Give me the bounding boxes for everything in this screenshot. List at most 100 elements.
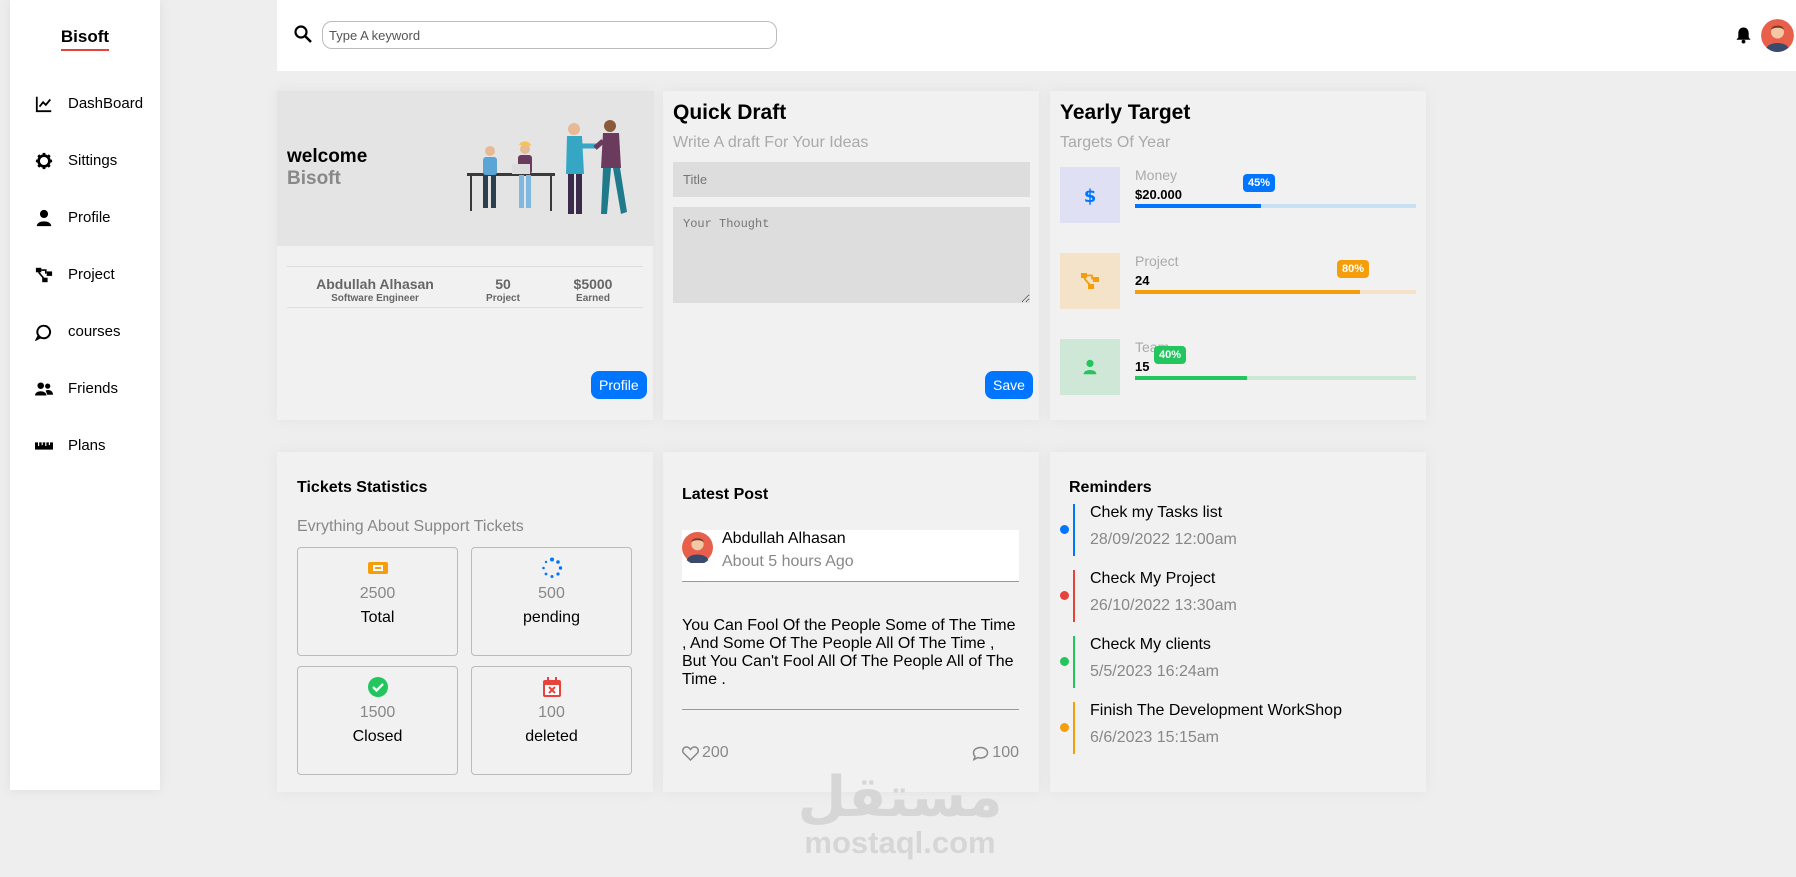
reminder-item[interactable]: Check My Project 26/10/2022 13:30am <box>1060 570 1400 622</box>
stat-earned: $5000 Earned <box>573 276 613 304</box>
heart-icon <box>682 745 699 761</box>
reminder-date: 5/5/2023 16:24am <box>1090 663 1219 680</box>
gear-icon <box>34 151 54 171</box>
sidebar-item-settings[interactable]: Sittings <box>10 132 160 189</box>
draft-title-input[interactable] <box>673 162 1030 197</box>
profile-button[interactable]: Profile <box>591 371 647 399</box>
likes-counter[interactable]: 200 <box>682 744 729 762</box>
reminder-line <box>1073 636 1075 688</box>
dollar-icon: $ <box>1060 167 1120 223</box>
progress-fill <box>1135 204 1262 208</box>
stat-name: Abdullah Alhasan Software Engineer <box>316 276 434 304</box>
post-body: You Can Fool Of the People Some of The T… <box>682 617 1016 688</box>
target-badge: 40% <box>1154 346 1187 364</box>
reminder-item[interactable]: Finish The Development WorkShop 6/6/2023… <box>1060 702 1400 754</box>
card-title: Reminders <box>1069 479 1152 496</box>
target-badge: 45% <box>1243 174 1276 192</box>
ticket-box-pending: 500 pending <box>471 547 632 656</box>
welcome-banner: welcome Bisoft <box>277 91 654 246</box>
divider <box>682 709 1019 710</box>
sidebar-item-friends[interactable]: Friends <box>10 360 160 417</box>
post-time: About 5 hours Ago <box>722 553 854 570</box>
reminders-card: Reminders Chek my Tasks list 28/09/2022 … <box>1050 452 1426 792</box>
draft-thought-textarea[interactable] <box>673 207 1030 303</box>
card-title: Tickets Statistics <box>297 479 428 496</box>
tickets-card: Tickets Statistics Evrything About Suppo… <box>277 452 653 792</box>
ticket-box-deleted: 100 deleted <box>471 666 632 775</box>
avatar[interactable] <box>1761 19 1794 52</box>
reminder-date: 28/09/2022 12:00am <box>1090 531 1237 548</box>
save-button[interactable]: Save <box>985 371 1033 399</box>
target-row-money: $ Money $20.000 45% <box>1060 167 1416 225</box>
ticket-count: 100 <box>538 704 565 721</box>
ticket-count: 2500 <box>359 585 396 602</box>
users-icon <box>34 379 54 399</box>
reminder-line <box>1073 504 1075 556</box>
welcome-name: Bisoft <box>287 168 341 189</box>
brand-logo[interactable]: Bisoft <box>10 27 160 51</box>
sidebar-item-label: Friends <box>68 380 119 397</box>
card-title: Yearly Target <box>1060 101 1191 124</box>
user-icon <box>34 208 54 228</box>
progress-fill <box>1135 376 1248 380</box>
reminder-title: Check My clients <box>1090 636 1211 653</box>
reminder-item[interactable]: Chek my Tasks list 28/09/2022 12:00am <box>1060 504 1400 556</box>
target-value: 24 <box>1135 273 1150 288</box>
comments-counter[interactable]: 100 <box>972 744 1019 762</box>
card-title: Quick Draft <box>673 101 787 124</box>
ticket-label: deleted <box>525 728 578 745</box>
sidebar-item-project[interactable]: Project <box>10 246 160 303</box>
card-subtitle: Evrything About Support Tickets <box>297 518 524 535</box>
post-author-row: Abdullah Alhasan About 5 hours Ago <box>682 530 1019 582</box>
reminder-item[interactable]: Check My clients 5/5/2023 16:24am <box>1060 636 1400 688</box>
calendar-x-icon <box>542 677 561 697</box>
svg-text:$: $ <box>1084 186 1097 205</box>
reminder-line <box>1073 702 1075 754</box>
sidebar-nav: DashBoard Sittings Profile Project cours… <box>10 75 160 474</box>
target-value: 15 <box>1135 359 1150 374</box>
reminder-title: Check My Project <box>1090 570 1216 587</box>
reminder-dot <box>1060 723 1069 732</box>
avatar[interactable] <box>682 532 713 563</box>
target-row-project: Project 24 80% <box>1060 253 1416 311</box>
sidebar-item-label: Sittings <box>68 152 118 169</box>
search-icon[interactable] <box>294 25 312 43</box>
sidebar-item-label: courses <box>68 323 121 340</box>
watermark: مستقل mostaql.com <box>790 770 1010 860</box>
welcome-title: welcome <box>287 146 368 167</box>
post-author[interactable]: Abdullah Alhasan <box>722 530 846 548</box>
quick-draft-card: Quick Draft Write A draft For Your Ideas… <box>663 91 1039 420</box>
target-value: $20.000 <box>1135 187 1182 202</box>
sidebar-item-label: DashBoard <box>68 95 144 112</box>
watermark-latin: mostaql.com <box>804 825 996 860</box>
reminder-title: Chek my Tasks list <box>1090 504 1223 521</box>
ticket-count: 1500 <box>359 704 396 721</box>
sidebar-item-dashboard[interactable]: DashBoard <box>10 75 160 132</box>
reminder-date: 6/6/2023 15:15am <box>1090 729 1219 746</box>
target-badge: 80% <box>1337 260 1370 278</box>
ticket-box-total: 2500 Total <box>297 547 458 656</box>
check-circle-icon <box>367 677 388 697</box>
diagram-project-icon <box>34 265 54 285</box>
sidebar-item-courses[interactable]: courses <box>10 303 160 360</box>
welcome-card: welcome Bisoft Abdullah Alhasan Software… <box>277 91 654 420</box>
sidebar-item-label: Profile <box>68 209 111 226</box>
target-row-team: Team 15 40% <box>1060 339 1416 397</box>
progress-track <box>1135 376 1416 380</box>
search-input[interactable] <box>322 21 777 49</box>
sidebar-item-profile[interactable]: Profile <box>10 189 160 246</box>
reminder-dot <box>1060 591 1069 600</box>
ticket-icon <box>367 562 388 574</box>
bell-icon[interactable] <box>1735 26 1752 44</box>
watermark-arabic: مستقل <box>797 765 1003 830</box>
reminder-title: Finish The Development WorkShop <box>1090 702 1342 719</box>
comments-count: 100 <box>992 744 1019 761</box>
ticket-count: 500 <box>538 585 565 602</box>
spinner-icon <box>541 557 562 578</box>
likes-count: 200 <box>702 744 729 761</box>
latest-post-card: Latest Post Abdullah Alhasan About 5 hou… <box>663 452 1039 792</box>
top-header <box>277 0 1796 71</box>
ticket-label: Closed <box>352 728 403 745</box>
sidebar-item-plans[interactable]: Plans <box>10 417 160 474</box>
chart-line-icon <box>34 94 54 114</box>
